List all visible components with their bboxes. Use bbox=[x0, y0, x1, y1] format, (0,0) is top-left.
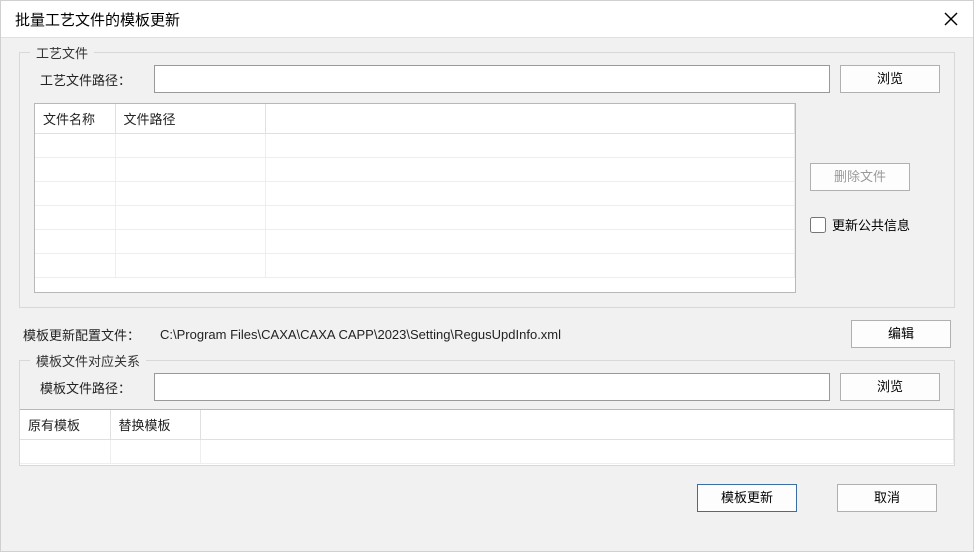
template-path-input[interactable] bbox=[154, 373, 830, 401]
col-header-blank bbox=[265, 104, 795, 134]
file-side-actions: 删除文件 更新公共信息 bbox=[810, 103, 940, 234]
process-files-group-label: 工艺文件 bbox=[30, 43, 94, 62]
table-row[interactable] bbox=[20, 440, 954, 464]
dialog-footer: 模板更新 取消 bbox=[19, 478, 955, 512]
update-public-checkbox-row[interactable]: 更新公共信息 bbox=[810, 215, 940, 234]
table-row[interactable] bbox=[35, 134, 795, 158]
table-row[interactable] bbox=[35, 230, 795, 254]
table-row[interactable] bbox=[35, 182, 795, 206]
process-files-table-wrap: 文件名称 文件路径 bbox=[34, 103, 796, 293]
col-header-blank2 bbox=[200, 410, 954, 440]
file-area: 文件名称 文件路径 bbox=[34, 103, 940, 293]
table-row[interactable] bbox=[35, 206, 795, 230]
col-header-filepath[interactable]: 文件路径 bbox=[115, 104, 265, 134]
template-table-wrap: 原有模板 替换模板 bbox=[20, 409, 954, 465]
process-files-group: 工艺文件 工艺文件路径： 浏览 文件名称 文件路径 bbox=[19, 52, 955, 308]
template-mapping-table[interactable]: 原有模板 替换模板 bbox=[20, 410, 954, 464]
process-files-table[interactable]: 文件名称 文件路径 bbox=[35, 104, 795, 278]
config-file-value: C:\Program Files\CAXA\CAXA CAPP\2023\Set… bbox=[160, 327, 831, 342]
process-path-input[interactable] bbox=[154, 65, 830, 93]
template-path-label: 模板文件路径： bbox=[34, 378, 144, 397]
update-public-label: 更新公共信息 bbox=[832, 215, 910, 234]
browse-template-button[interactable]: 浏览 bbox=[840, 373, 940, 401]
config-file-row: 模板更新配置文件： C:\Program Files\CAXA\CAXA CAP… bbox=[19, 320, 955, 348]
table-row[interactable] bbox=[35, 254, 795, 278]
delete-file-button[interactable]: 删除文件 bbox=[810, 163, 910, 191]
dialog-content: 工艺文件 工艺文件路径： 浏览 文件名称 文件路径 bbox=[1, 38, 973, 551]
titlebar: 批量工艺文件的模板更新 bbox=[1, 1, 973, 38]
cancel-button[interactable]: 取消 bbox=[837, 484, 937, 512]
close-button[interactable] bbox=[937, 7, 965, 31]
col-header-replace-template[interactable]: 替换模板 bbox=[110, 410, 200, 440]
dialog-window: 批量工艺文件的模板更新 工艺文件 工艺文件路径： 浏览 文件名称 bbox=[0, 0, 974, 552]
template-mapping-group: 模板文件对应关系 模板文件路径： 浏览 原有模板 替换模板 bbox=[19, 360, 955, 466]
table-row[interactable] bbox=[35, 158, 795, 182]
close-icon bbox=[944, 12, 958, 26]
update-public-checkbox[interactable] bbox=[810, 217, 826, 233]
template-mapping-group-label: 模板文件对应关系 bbox=[30, 351, 146, 370]
edit-config-button[interactable]: 编辑 bbox=[851, 320, 951, 348]
col-header-original-template[interactable]: 原有模板 bbox=[20, 410, 110, 440]
col-header-filename[interactable]: 文件名称 bbox=[35, 104, 115, 134]
process-path-row: 工艺文件路径： 浏览 bbox=[34, 65, 940, 93]
dialog-title: 批量工艺文件的模板更新 bbox=[15, 9, 180, 30]
browse-process-button[interactable]: 浏览 bbox=[840, 65, 940, 93]
config-file-label: 模板更新配置文件： bbox=[23, 325, 140, 344]
process-path-label: 工艺文件路径： bbox=[34, 70, 144, 89]
template-path-row: 模板文件路径： 浏览 bbox=[34, 373, 940, 401]
template-update-button[interactable]: 模板更新 bbox=[697, 484, 797, 512]
